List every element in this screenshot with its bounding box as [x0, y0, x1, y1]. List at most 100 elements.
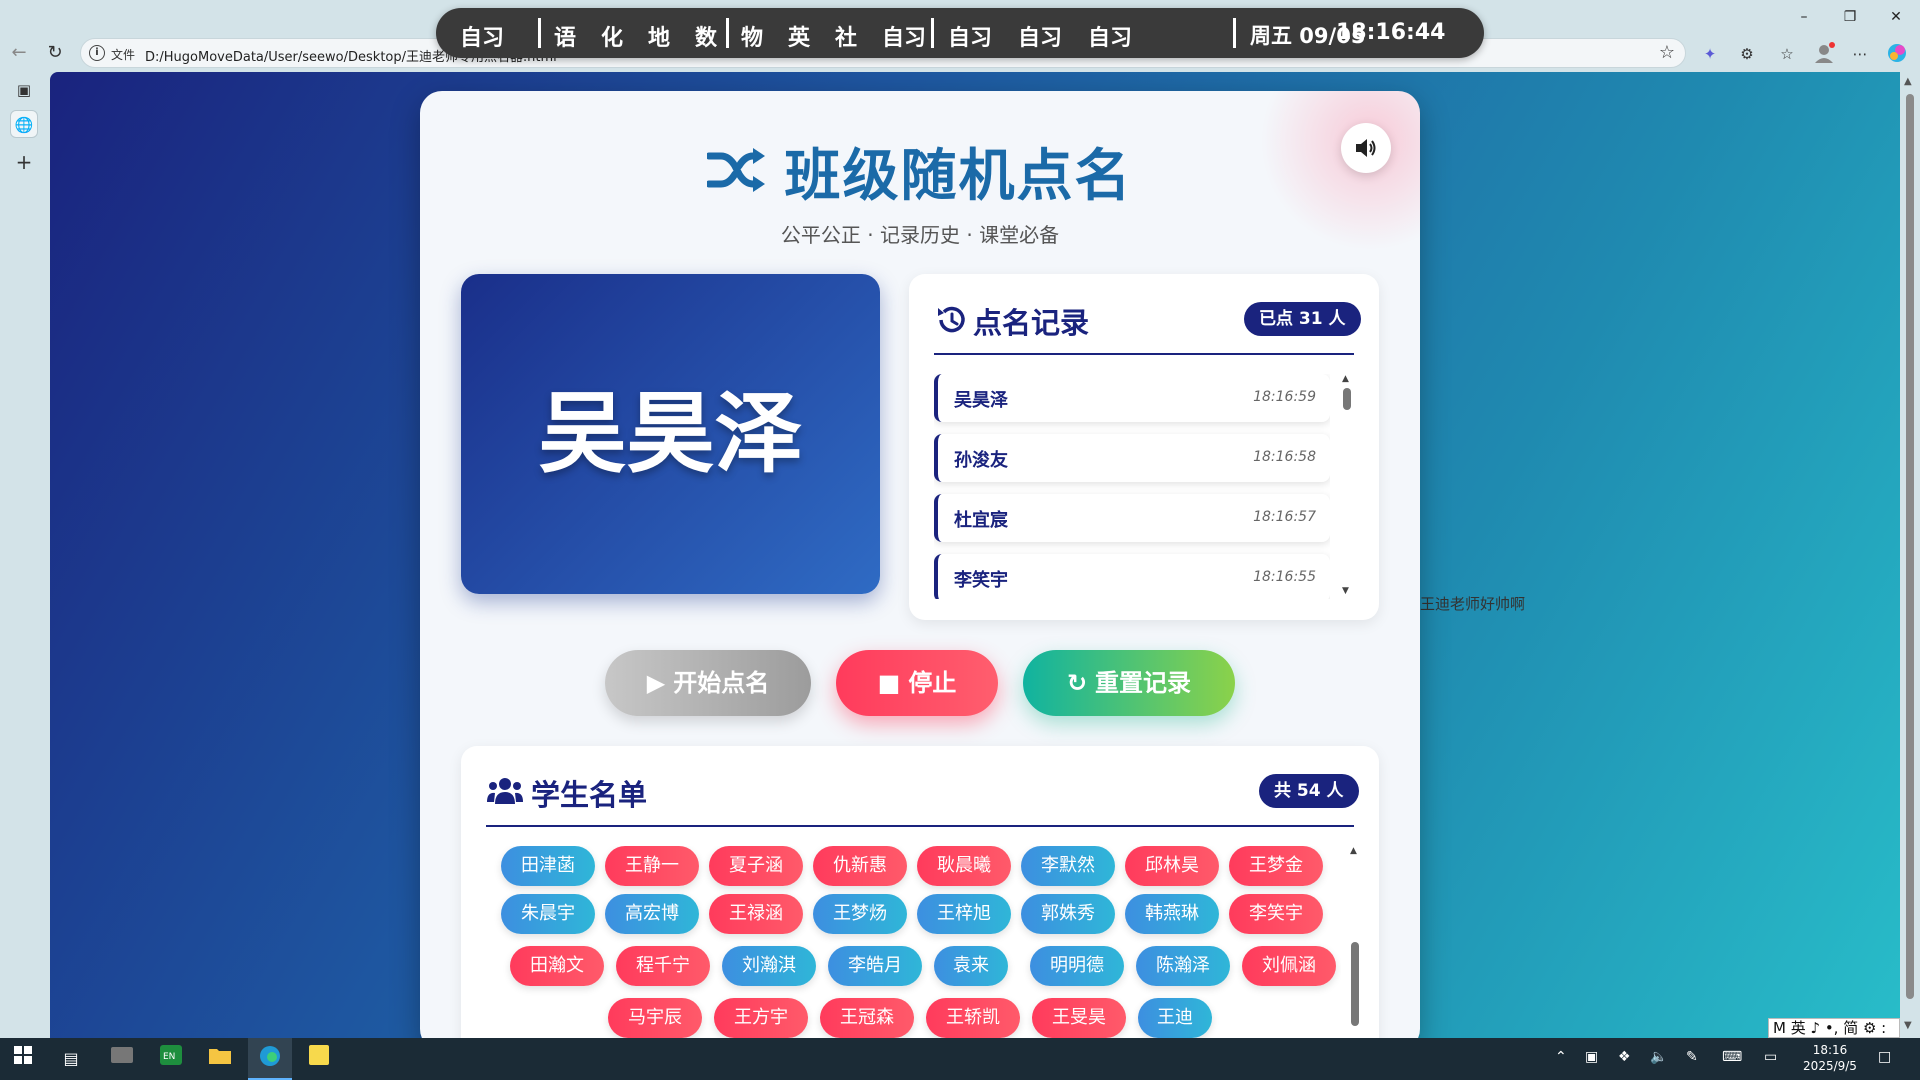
- student-chip[interactable]: 朱晨宇: [501, 894, 595, 934]
- taskbar-clock[interactable]: 18:16 2025/9/5: [1800, 1042, 1860, 1074]
- schedule-period: 语: [554, 26, 577, 51]
- copilot-icon[interactable]: [1885, 42, 1909, 66]
- close-icon[interactable]: ✕: [1874, 4, 1918, 30]
- student-chip[interactable]: 田瀚文: [510, 946, 604, 986]
- scroll-up-icon[interactable]: ▲: [1342, 374, 1349, 384]
- info-icon[interactable]: i: [89, 45, 105, 61]
- history-item: 杜宜宸 18:16:57: [934, 494, 1330, 542]
- scroll-down-icon[interactable]: ▼: [1904, 1020, 1912, 1031]
- minimize-icon[interactable]: –: [1782, 4, 1826, 30]
- history-title: 点名记录: [973, 306, 1090, 340]
- profile-icon[interactable]: [1812, 42, 1836, 66]
- history-item-time: 18:16:55: [1253, 569, 1316, 585]
- roster-scrollbar[interactable]: ▲: [1349, 846, 1361, 1038]
- student-chip[interactable]: 王梦金: [1229, 846, 1323, 886]
- student-chip[interactable]: 程千宁: [616, 946, 710, 986]
- student-chip[interactable]: 王轿凯: [926, 998, 1020, 1038]
- student-chip[interactable]: 王冠森: [820, 998, 914, 1038]
- tab-actions-icon[interactable]: ▣: [10, 76, 38, 104]
- page-title: 班级随机点名: [784, 144, 1133, 209]
- network-icon[interactable]: ▣: [1585, 1049, 1598, 1065]
- redo-icon: ↻: [1066, 669, 1088, 697]
- schedule-period: 社: [835, 26, 858, 51]
- add-tab-icon[interactable]: +: [10, 148, 38, 176]
- restore-icon[interactable]: ❐: [1828, 4, 1872, 30]
- student-chip[interactable]: 王方宇: [714, 998, 808, 1038]
- display-icon[interactable]: ▭: [1764, 1049, 1777, 1065]
- history-item: 孙浚友 18:16:58: [934, 434, 1330, 482]
- chevron-up-icon[interactable]: ⌃: [1555, 1049, 1567, 1065]
- history-count-badge: 已点 31 人: [1244, 302, 1361, 336]
- extension-icon[interactable]: ✦: [1698, 42, 1722, 66]
- current-name: 吴昊泽: [538, 382, 803, 485]
- student-chip[interactable]: 郭姝秀: [1021, 894, 1115, 934]
- sticky-notes-icon[interactable]: [304, 1045, 334, 1073]
- ime-toolbar[interactable]: M 英 ♪ •, 简 ⚙ :: [1768, 1018, 1900, 1038]
- schedule-period: 自习: [882, 26, 927, 51]
- globe-icon[interactable]: 🌐: [10, 110, 38, 138]
- scroll-up-icon[interactable]: ▲: [1350, 846, 1357, 856]
- notification-icon[interactable]: □: [1878, 1049, 1891, 1065]
- pen-icon[interactable]: ✎: [1686, 1049, 1698, 1065]
- schedule-period: 物: [741, 26, 764, 51]
- back-icon[interactable]: ←: [6, 40, 32, 66]
- student-chip[interactable]: 王梓旭: [917, 894, 1011, 934]
- more-icon[interactable]: ⋯: [1848, 42, 1872, 66]
- student-chip[interactable]: 李笑宇: [1229, 894, 1323, 934]
- browser-sidebar: ▣ 🌐 +: [0, 72, 50, 1038]
- volume-icon[interactable]: 🔈: [1650, 1049, 1667, 1065]
- student-chip[interactable]: 夏子涵: [709, 846, 803, 886]
- student-chip[interactable]: 马宇辰: [608, 998, 702, 1038]
- easinote-icon[interactable]: EN: [156, 1045, 186, 1073]
- student-chip[interactable]: 刘佩涵: [1242, 946, 1336, 986]
- student-chip[interactable]: 王旻昊: [1032, 998, 1126, 1038]
- student-chip[interactable]: 陈瀚泽: [1136, 946, 1230, 986]
- history-scrollbar[interactable]: ▲ ▼: [1341, 374, 1353, 599]
- schedule-period: 自习: [460, 26, 505, 51]
- favorites-icon[interactable]: ☆: [1775, 42, 1799, 66]
- history-list[interactable]: 吴昊泽 18:16:59 孙浚友 18:16:58 杜宜宸 18:16:57 李…: [934, 374, 1330, 599]
- student-chip[interactable]: 仇新惠: [813, 846, 907, 886]
- student-chip[interactable]: 王梦炀: [813, 894, 907, 934]
- student-chip[interactable]: 耿晨曦: [917, 846, 1011, 886]
- student-chip[interactable]: 刘瀚淇: [722, 946, 816, 986]
- start-button[interactable]: ▶ 开始点名: [605, 650, 811, 716]
- student-chip[interactable]: 袁来: [934, 946, 1008, 986]
- history-item: 李笑宇 18:16:55: [934, 554, 1330, 599]
- roster-grid[interactable]: 田津菡 王静一 夏子涵 仇新惠 耿晨曦 李默然 邱林昊 王梦金朱晨宇 高宏博 王禄涵 王梦炀 王梓旭郭…: [481, 846, 1341, 1038]
- page-viewport: 王迪老师好帅啊 班级随机点名 公平公正 · 记录历史 · 课堂必备 吴昊泽 点名…: [50, 72, 1900, 1038]
- student-chip[interactable]: 高宏博: [605, 894, 699, 934]
- scroll-up-icon[interactable]: ▲: [1904, 76, 1912, 87]
- app-icon[interactable]: [107, 1045, 137, 1073]
- scroll-thumb[interactable]: [1343, 388, 1351, 410]
- task-view-icon[interactable]: ▤: [56, 1045, 86, 1073]
- page-scrollbar[interactable]: ▲ ▼: [1900, 72, 1920, 1038]
- keyboard-icon[interactable]: ⌨: [1722, 1049, 1742, 1065]
- student-chip[interactable]: 田津菡: [501, 846, 595, 886]
- history-item-time: 18:16:58: [1253, 449, 1316, 465]
- security-icon[interactable]: ❖: [1618, 1049, 1631, 1065]
- page-scroll-thumb[interactable]: [1906, 94, 1914, 999]
- refresh-icon[interactable]: ↻: [42, 40, 68, 66]
- student-chip[interactable]: 韩燕琳: [1125, 894, 1219, 934]
- shuffle-icon: [705, 146, 767, 198]
- student-chip[interactable]: 邱林昊: [1125, 846, 1219, 886]
- student-chip[interactable]: 明明德: [1030, 946, 1124, 986]
- student-chip[interactable]: 王禄涵: [709, 894, 803, 934]
- student-chip[interactable]: 王静一: [605, 846, 699, 886]
- scroll-down-icon[interactable]: ▼: [1342, 586, 1349, 596]
- windows-start-icon[interactable]: [8, 1045, 38, 1073]
- schedule-separator: [538, 18, 541, 48]
- edge-icon[interactable]: [255, 1045, 285, 1073]
- student-chip[interactable]: 李皓月: [828, 946, 922, 986]
- star-icon[interactable]: ☆: [1659, 42, 1675, 63]
- file-explorer-icon[interactable]: [205, 1045, 235, 1073]
- reset-button[interactable]: ↻ 重置记录: [1023, 650, 1235, 716]
- schedule-period: 英: [788, 26, 811, 51]
- schedule-separator: [726, 18, 729, 48]
- student-chip[interactable]: 李默然: [1021, 846, 1115, 886]
- scroll-thumb[interactable]: [1351, 942, 1359, 1026]
- student-chip[interactable]: 王迪: [1138, 998, 1212, 1038]
- puzzle-icon[interactable]: ⚙: [1735, 42, 1759, 66]
- stop-button[interactable]: ■ 停止: [836, 650, 998, 716]
